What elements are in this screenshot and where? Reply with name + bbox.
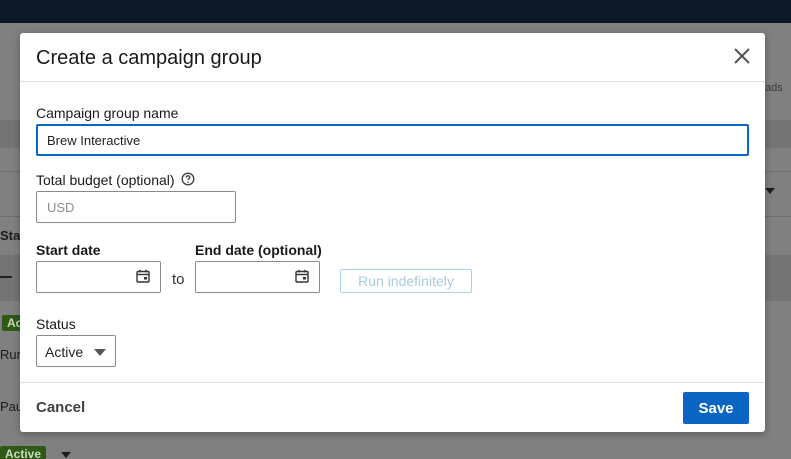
end-date-label: End date (optional) bbox=[195, 242, 322, 258]
create-campaign-group-dialog: Create a campaign group Campaign group n… bbox=[20, 33, 765, 432]
status-label: Status bbox=[36, 316, 76, 332]
background-status-header: Sta bbox=[0, 228, 21, 243]
close-icon bbox=[734, 48, 750, 64]
campaign-group-name-input[interactable] bbox=[36, 124, 749, 156]
run-indefinitely-button[interactable]: Run indefinitely bbox=[340, 269, 472, 293]
total-budget-input[interactable] bbox=[36, 191, 236, 223]
question-circle-icon[interactable] bbox=[181, 172, 195, 186]
calendar-icon[interactable] bbox=[136, 269, 150, 283]
status-select-value: Active bbox=[45, 344, 84, 360]
chevron-down-icon bbox=[61, 452, 71, 458]
background-ads-text: ads bbox=[765, 82, 783, 94]
background-active-badge: Active bbox=[0, 446, 47, 459]
save-button[interactable]: Save bbox=[683, 392, 749, 424]
campaign-group-name-label: Campaign group name bbox=[36, 105, 179, 121]
total-budget-label: Total budget (optional) bbox=[36, 172, 175, 188]
background-dash bbox=[0, 276, 12, 278]
to-separator: to bbox=[172, 271, 185, 288]
calendar-icon[interactable] bbox=[295, 269, 309, 283]
chevron-down-icon bbox=[765, 188, 775, 194]
chevron-down-icon bbox=[94, 349, 106, 356]
status-select[interactable]: Active bbox=[36, 335, 116, 367]
background-topbar bbox=[0, 0, 791, 23]
dialog-header: Create a campaign group bbox=[20, 33, 765, 82]
dialog-footer: Cancel Save bbox=[20, 382, 765, 432]
dialog-title: Create a campaign group bbox=[36, 47, 262, 69]
cancel-button[interactable]: Cancel bbox=[36, 399, 85, 416]
close-button[interactable] bbox=[731, 45, 753, 67]
start-date-label: Start date bbox=[36, 242, 101, 258]
